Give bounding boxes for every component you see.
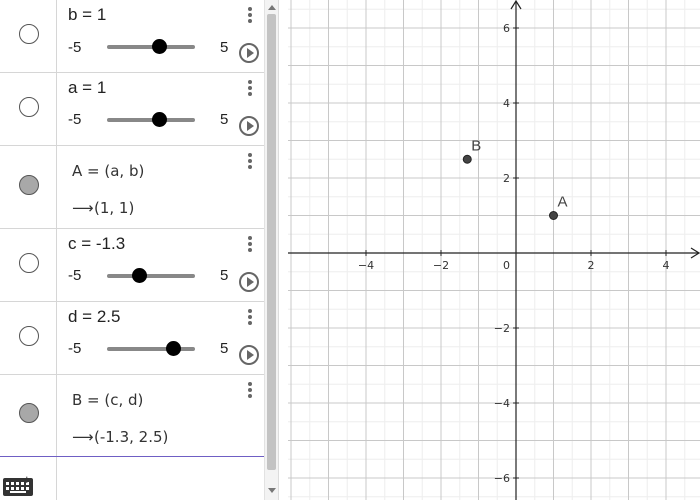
y-tick-label: −2 <box>494 322 510 335</box>
visibility-toggle-d[interactable] <box>19 326 39 346</box>
y-tick-label: −4 <box>494 397 510 410</box>
algebra-row-slider-b[interactable]: b = 1 -5 5 <box>0 0 264 73</box>
slider-label-c[interactable]: c = -1.3 <box>68 234 125 254</box>
visibility-toggle-b[interactable] <box>19 24 39 44</box>
slider-max-b: 5 <box>220 39 229 56</box>
point-definition-b[interactable]: B = (c, d) <box>72 391 143 409</box>
minor-grid <box>288 0 700 500</box>
slider-track-c[interactable] <box>107 268 195 283</box>
point-b[interactable] <box>462 154 472 164</box>
scrollbar-thumb[interactable] <box>267 14 276 470</box>
slider-label-d[interactable]: d = 2.5 <box>68 307 120 327</box>
scroll-down-icon[interactable] <box>268 488 276 493</box>
algebra-row-slider-a[interactable]: a = 1 -5 5 <box>0 73 264 146</box>
more-menu-icon[interactable] <box>248 7 252 25</box>
algebra-row-point-a[interactable]: A = (a, b) ⟶(1, 1) <box>0 146 264 229</box>
more-menu-icon[interactable] <box>248 80 252 98</box>
major-grid <box>288 0 700 500</box>
slider-max-c: 5 <box>220 267 229 284</box>
algebra-row-point-b[interactable]: B = (c, d) ⟶(-1.3, 2.5) <box>0 375 264 456</box>
slider-min-b: -5 <box>68 39 82 56</box>
slider-min-d: -5 <box>68 340 82 357</box>
play-icon[interactable] <box>239 116 259 136</box>
y-tick-label: 2 <box>503 172 510 185</box>
algebra-row-slider-c[interactable]: c = -1.3 -5 5 <box>0 229 264 302</box>
x-tick-label: −2 <box>433 259 449 272</box>
visibility-column <box>0 146 57 228</box>
visibility-column <box>0 302 57 374</box>
slider-min-a: -5 <box>68 111 82 128</box>
play-icon[interactable] <box>239 272 259 292</box>
visibility-column <box>0 0 57 72</box>
y-tick-label: 6 <box>503 22 510 35</box>
more-menu-icon[interactable] <box>248 309 252 327</box>
slider-max-a: 5 <box>220 111 229 128</box>
result-arrow-icon: ⟶ <box>72 199 94 217</box>
point-label-a: A <box>558 194 568 211</box>
point-label-b: B <box>471 137 481 154</box>
visibility-toggle-point-b[interactable] <box>19 403 39 423</box>
play-icon[interactable] <box>239 43 259 63</box>
y-tick-label: −6 <box>494 472 510 485</box>
point-result-value-a: (1, 1) <box>94 199 135 217</box>
more-menu-icon[interactable] <box>248 382 252 400</box>
graphics-view[interactable]: −4 −2 2 4 6 4 2 −2 −4 −6 0 A B <box>288 0 700 500</box>
slider-label-a[interactable]: a = 1 <box>68 78 106 98</box>
view-divider[interactable] <box>278 0 288 500</box>
visibility-toggle-a[interactable] <box>19 97 39 117</box>
slider-max-d: 5 <box>220 340 229 357</box>
x-tick-label: 2 <box>588 259 595 272</box>
slider-track-b[interactable] <box>107 39 195 54</box>
visibility-column <box>0 229 57 301</box>
slider-knob-c[interactable] <box>132 268 148 283</box>
origin-label: 0 <box>503 259 510 272</box>
slider-track-d[interactable] <box>107 341 195 356</box>
point-result-b: ⟶(-1.3, 2.5) <box>72 428 168 446</box>
algebra-row-slider-d[interactable]: d = 2.5 -5 5 <box>0 302 264 375</box>
result-arrow-icon: ⟶ <box>72 428 94 446</box>
point-result-value-b: (-1.3, 2.5) <box>94 428 169 446</box>
algebra-view: b = 1 -5 5 a = 1 -5 5 A = (a, b) ⟶(1, 1) <box>0 0 278 500</box>
slider-knob-d[interactable] <box>165 341 181 356</box>
more-menu-icon[interactable] <box>248 153 252 171</box>
slider-track-a[interactable] <box>107 112 195 127</box>
point-result-a: ⟶(1, 1) <box>72 199 134 217</box>
slider-min-c: -5 <box>68 267 82 284</box>
slider-knob-b[interactable] <box>152 39 168 54</box>
visibility-toggle-point-a[interactable] <box>19 175 39 195</box>
slider-knob-a[interactable] <box>152 112 168 127</box>
algebra-input-bar[interactable] <box>0 456 264 500</box>
point-definition-a[interactable]: A = (a, b) <box>72 162 144 180</box>
visibility-column <box>0 73 57 145</box>
axes <box>288 0 700 500</box>
x-tick-label: −4 <box>358 259 374 272</box>
more-menu-icon[interactable] <box>248 236 252 254</box>
play-icon[interactable] <box>239 345 259 365</box>
add-icon[interactable]: + <box>23 472 31 487</box>
slider-label-b[interactable]: b = 1 <box>68 5 106 25</box>
scroll-up-icon[interactable] <box>268 5 276 10</box>
point-a[interactable] <box>549 211 558 220</box>
visibility-column <box>0 375 57 456</box>
y-tick-label: 4 <box>503 97 510 110</box>
algebra-scrollbar[interactable] <box>264 0 278 500</box>
x-tick-label: 4 <box>663 259 670 272</box>
visibility-toggle-c[interactable] <box>19 253 39 273</box>
